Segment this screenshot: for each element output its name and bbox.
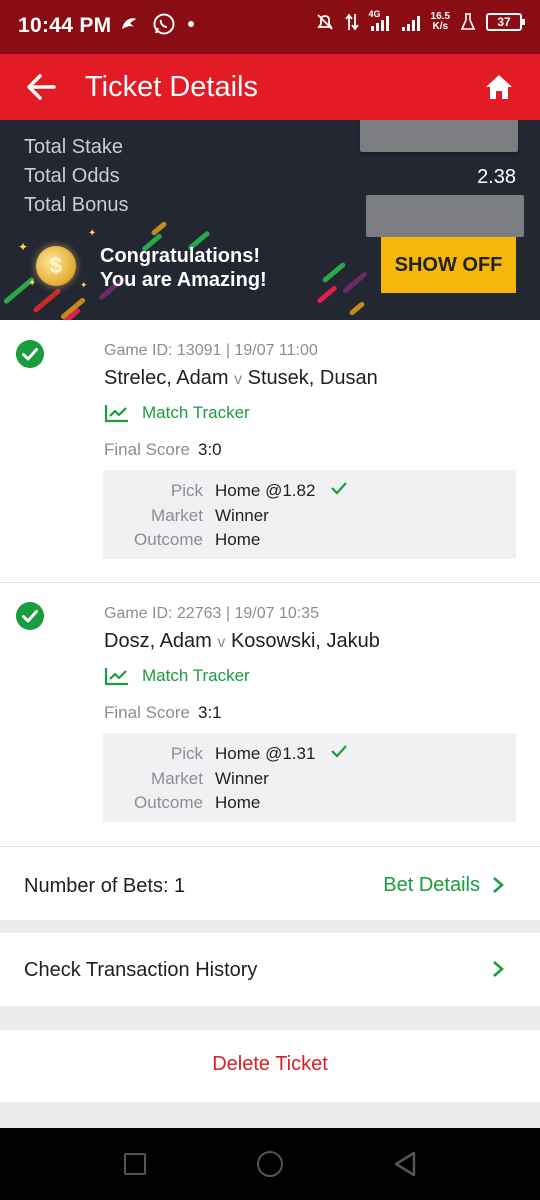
outcome-label: Outcome (134, 530, 203, 549)
status-time: 10:44 PM (18, 14, 112, 37)
match-tracker-label: Match Tracker (142, 666, 250, 685)
transaction-history-row[interactable]: Check Transaction History (0, 933, 540, 1006)
pick-value: Home @1.31 (215, 744, 316, 763)
arrow-left-icon[interactable] (24, 71, 58, 103)
won-check-icon (16, 602, 44, 630)
app-notification-icon (122, 18, 136, 29)
game-id: Game ID: 13091 | 19/07 11:00 (104, 342, 318, 359)
battery-icon: 37 (486, 13, 525, 31)
game-card: Game ID: 22763 | 19/07 10:35 Dosz, Adam … (0, 583, 540, 846)
network-speed: 16.5 K/s (430, 11, 450, 32)
total-odds-label: Total Odds (24, 165, 120, 187)
pick-check-icon (331, 745, 347, 758)
bets-row: Number of Bets: 1 Bet Details (0, 847, 540, 920)
outcome-value: Home (215, 530, 261, 549)
outcome-label: Outcome (134, 793, 203, 812)
status-left-icons (118, 12, 194, 36)
total-bonus-label: Total Bonus (24, 194, 129, 216)
sparkle-icon: ✦ (28, 278, 37, 289)
back-nav-button[interactable] (392, 1150, 418, 1178)
signal-icon (401, 16, 420, 31)
final-score: Final Score 3:1 (104, 703, 222, 722)
versus: v (217, 634, 226, 651)
data-arrows-icon (344, 13, 359, 31)
pick-label: Pick (170, 744, 203, 763)
final-score: Final Score 3:0 (104, 440, 222, 459)
sparkle-icon: ✦ (80, 280, 88, 290)
confetti-streak (341, 270, 369, 295)
coin-icon: $ (36, 246, 76, 286)
market-value: Winner (215, 769, 269, 788)
outcome-value: Home (215, 793, 261, 812)
page-title: Ticket Details (85, 71, 258, 103)
sparkle-icon: ✦ (88, 228, 97, 239)
sparkle-icon: ✦ (18, 240, 29, 254)
redacted-stake (360, 120, 518, 152)
confetti-streak (316, 284, 338, 305)
market-value: Winner (215, 506, 269, 525)
chart-line-icon (104, 405, 128, 423)
away-team: Stusek, Dusan (247, 367, 378, 389)
show-off-button[interactable]: SHOW OFF (381, 237, 516, 293)
match-tracker-label: Match Tracker (142, 403, 250, 422)
status-right-icons: 4G 16.5 K/s 37 (315, 9, 525, 32)
delete-ticket-button[interactable]: Delete Ticket (0, 1030, 540, 1102)
dot-icon (188, 21, 194, 27)
pick-value: Home @1.82 (215, 481, 316, 500)
confetti-streak (32, 287, 62, 314)
confetti-streak (321, 261, 347, 284)
match-tracker-link[interactable]: Match Tracker (104, 666, 250, 686)
chevron-right-icon[interactable] (492, 960, 504, 978)
total-stake-label: Total Stake (24, 136, 123, 158)
ticket-summary: Total Stake Total Odds 2.38 Total Bonus … (0, 120, 540, 320)
redacted-bonus (366, 195, 524, 237)
market-label: Market (151, 769, 203, 788)
congrats-message: Congratulations! You are Amazing! (100, 245, 267, 291)
flask-icon (460, 13, 476, 30)
whatsapp-icon (153, 13, 175, 35)
match-teams: Dosz, Adam v Kosowski, Jakub (104, 630, 380, 653)
match-teams: Strelec, Adam v Stusek, Dusan (104, 367, 378, 390)
home-nav-button[interactable] (257, 1151, 283, 1177)
home-icon[interactable] (484, 72, 514, 102)
chevron-right-icon[interactable] (492, 876, 504, 894)
away-team: Kosowski, Jakub (230, 630, 380, 652)
recents-button[interactable] (124, 1153, 146, 1175)
total-odds-value: 2.38 (477, 166, 516, 188)
match-tracker-link[interactable]: Match Tracker (104, 403, 250, 423)
game-card: Game ID: 13091 | 19/07 11:00 Strelec, Ad… (0, 320, 540, 582)
pick-label: Pick (170, 481, 203, 500)
confetti-streak (348, 300, 366, 317)
chart-line-icon (104, 668, 128, 686)
final-score-value: 3:0 (197, 440, 222, 459)
market-label: Market (151, 506, 203, 525)
number-of-bets: Number of Bets: 1 (24, 875, 186, 897)
game-id: Game ID: 22763 | 19/07 10:35 (104, 605, 319, 622)
delete-ticket-label: Delete Ticket (212, 1053, 328, 1075)
signal-4g-icon: 4G (369, 9, 391, 32)
pick-check-icon (331, 482, 347, 495)
pick-details: Pick Home @1.82 Market Winner Outcome Ho… (103, 470, 516, 559)
transaction-history-label: Check Transaction History (24, 959, 258, 981)
won-check-icon (16, 340, 44, 368)
app-bar: Ticket Details (0, 54, 540, 120)
bet-details-link[interactable]: Bet Details (383, 874, 480, 897)
versus: v (234, 371, 243, 388)
home-team: Dosz, Adam (104, 630, 212, 652)
pick-details: Pick Home @1.31 Market Winner Outcome Ho… (103, 733, 516, 822)
home-team: Strelec, Adam (104, 367, 229, 389)
final-score-value: 3:1 (197, 703, 222, 722)
system-nav-bar (0, 1128, 540, 1200)
status-bar: 10:44 PM 4G 16.5 K/s 37 (0, 0, 540, 54)
mute-icon (316, 14, 333, 30)
